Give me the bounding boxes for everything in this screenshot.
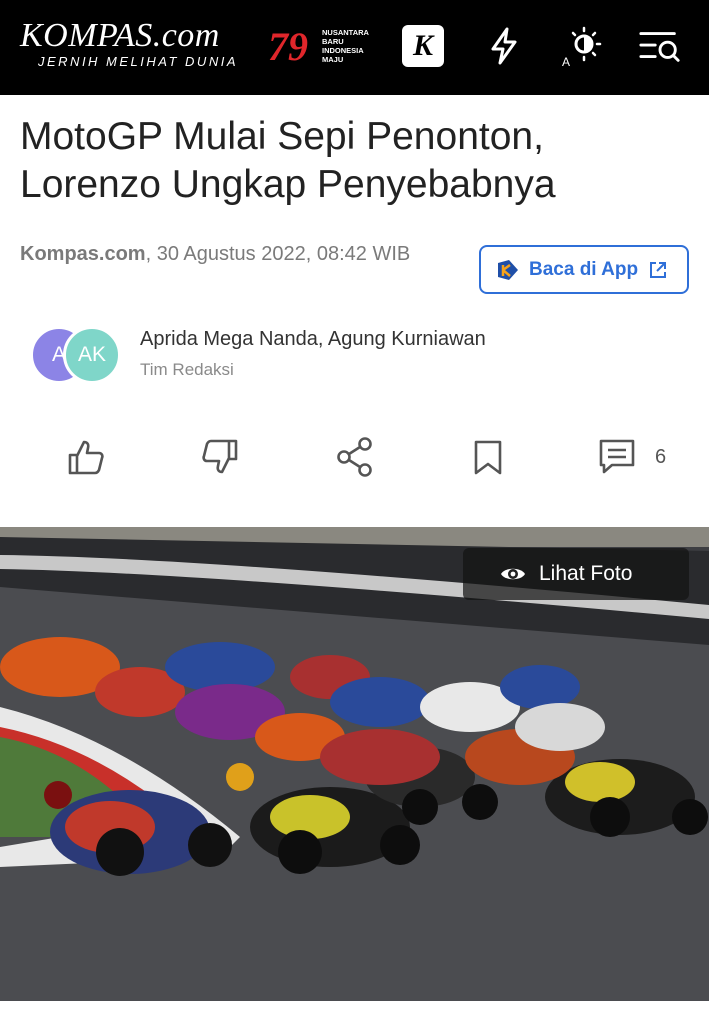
comment-button[interactable] [594, 434, 640, 480]
read-in-app-button[interactable]: Baca di App [479, 245, 689, 294]
article-date: , 30 Agustus 2022, 08:42 WIB [145, 243, 411, 265]
anniversary-79-logo: 79 [268, 24, 308, 69]
eye-icon [501, 568, 525, 580]
menu-search-icon[interactable] [638, 24, 682, 68]
author-names[interactable]: Aprida Mega Nanda, Agung Kurniawan [140, 328, 486, 351]
kompas-app-icon [498, 259, 518, 280]
author-avatar-2[interactable]: AK [63, 326, 121, 384]
article-source[interactable]: Kompas.com [20, 243, 146, 265]
top-navigation-bar: KOMPAS.com JERNIH MELIHAT DUNIA 79 NUSAN… [0, 0, 709, 95]
share-button[interactable] [332, 434, 378, 480]
theme-toggle-icon[interactable]: A [560, 24, 604, 68]
svg-text:A: A [562, 55, 570, 68]
like-button[interactable] [63, 434, 109, 480]
read-in-app-label: Baca di App [529, 258, 639, 280]
comment-icon [599, 439, 635, 474]
kompas-k-button[interactable]: K [401, 24, 445, 68]
bookmark-button[interactable] [465, 434, 511, 480]
thumbs-up-icon [68, 440, 104, 475]
view-photo-button[interactable]: Lihat Foto [463, 548, 689, 600]
external-link-icon [650, 261, 667, 278]
share-icon [337, 437, 372, 477]
bookmark-icon [474, 440, 502, 475]
svg-text:79: 79 [268, 24, 308, 69]
comment-count: 6 [655, 446, 667, 468]
anniversary-text: NUSANTARA BARU INDONESIA MAJU [322, 28, 369, 64]
view-photo-label: Lihat Foto [539, 562, 633, 585]
dislike-button[interactable] [197, 434, 243, 480]
brand-name: KOMPAS.com [20, 17, 220, 54]
thumbs-down-icon [202, 439, 238, 474]
brand-tagline: JERNIH MELIHAT DUNIA [38, 54, 238, 69]
author-role: Tim Redaksi [140, 360, 234, 379]
article-title: MotoGP Mulai Sepi Penonton, Lorenzo Ungk… [20, 115, 556, 206]
bolt-icon[interactable] [482, 24, 526, 68]
article-meta: Kompas.com, 30 Agustus 2022, 08:42 WIB [20, 238, 440, 270]
kompas-logo[interactable]: KOMPAS.com JERNIH MELIHAT DUNIA [20, 17, 238, 70]
